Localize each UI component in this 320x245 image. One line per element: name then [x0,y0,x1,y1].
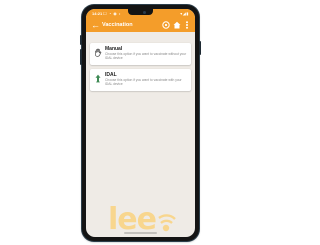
app-bar: ← Vaccination [86,18,195,32]
status-bar: 14:21 ☐ ◔ ◉ • ▾◢▮ [86,9,195,18]
status-right-icons: ▾◢▮ [180,11,189,16]
status-icons: ☐ ◔ ◉ • [103,11,121,16]
screen: 14:21 ☐ ◔ ◉ • ▾◢▮ ← Vaccination Manual C… [86,9,195,237]
signal-logo-icon [158,214,176,232]
more-vertical-icon[interactable] [182,20,192,30]
page-title: Vaccination [102,22,133,28]
option-description: Choose this option if you want to vaccin… [105,78,182,86]
idal-device-icon [95,74,101,83]
power-button [199,41,201,55]
hand-icon [95,48,102,57]
notch [128,9,153,15]
option-description: Choose this option if you want to vaccin… [105,52,187,60]
arrow-left-icon[interactable]: ← [91,19,100,31]
volume-button [80,49,82,65]
option-card-idal[interactable]: IDAL Choose this option if you want to v… [90,69,191,91]
camera-icon [143,10,146,14]
phone-frame: 14:21 ☐ ◔ ◉ • ▾◢▮ ← Vaccination Manual C… [80,5,201,241]
status-time: 14:21 [92,11,103,16]
option-card-manual[interactable]: Manual Choose this option if you want to… [90,43,191,65]
vaccination-icon[interactable] [161,20,171,30]
home-indicator [124,232,157,234]
logo-text: lee [108,202,157,237]
home-icon[interactable] [172,20,182,30]
volume-button [80,35,82,45]
